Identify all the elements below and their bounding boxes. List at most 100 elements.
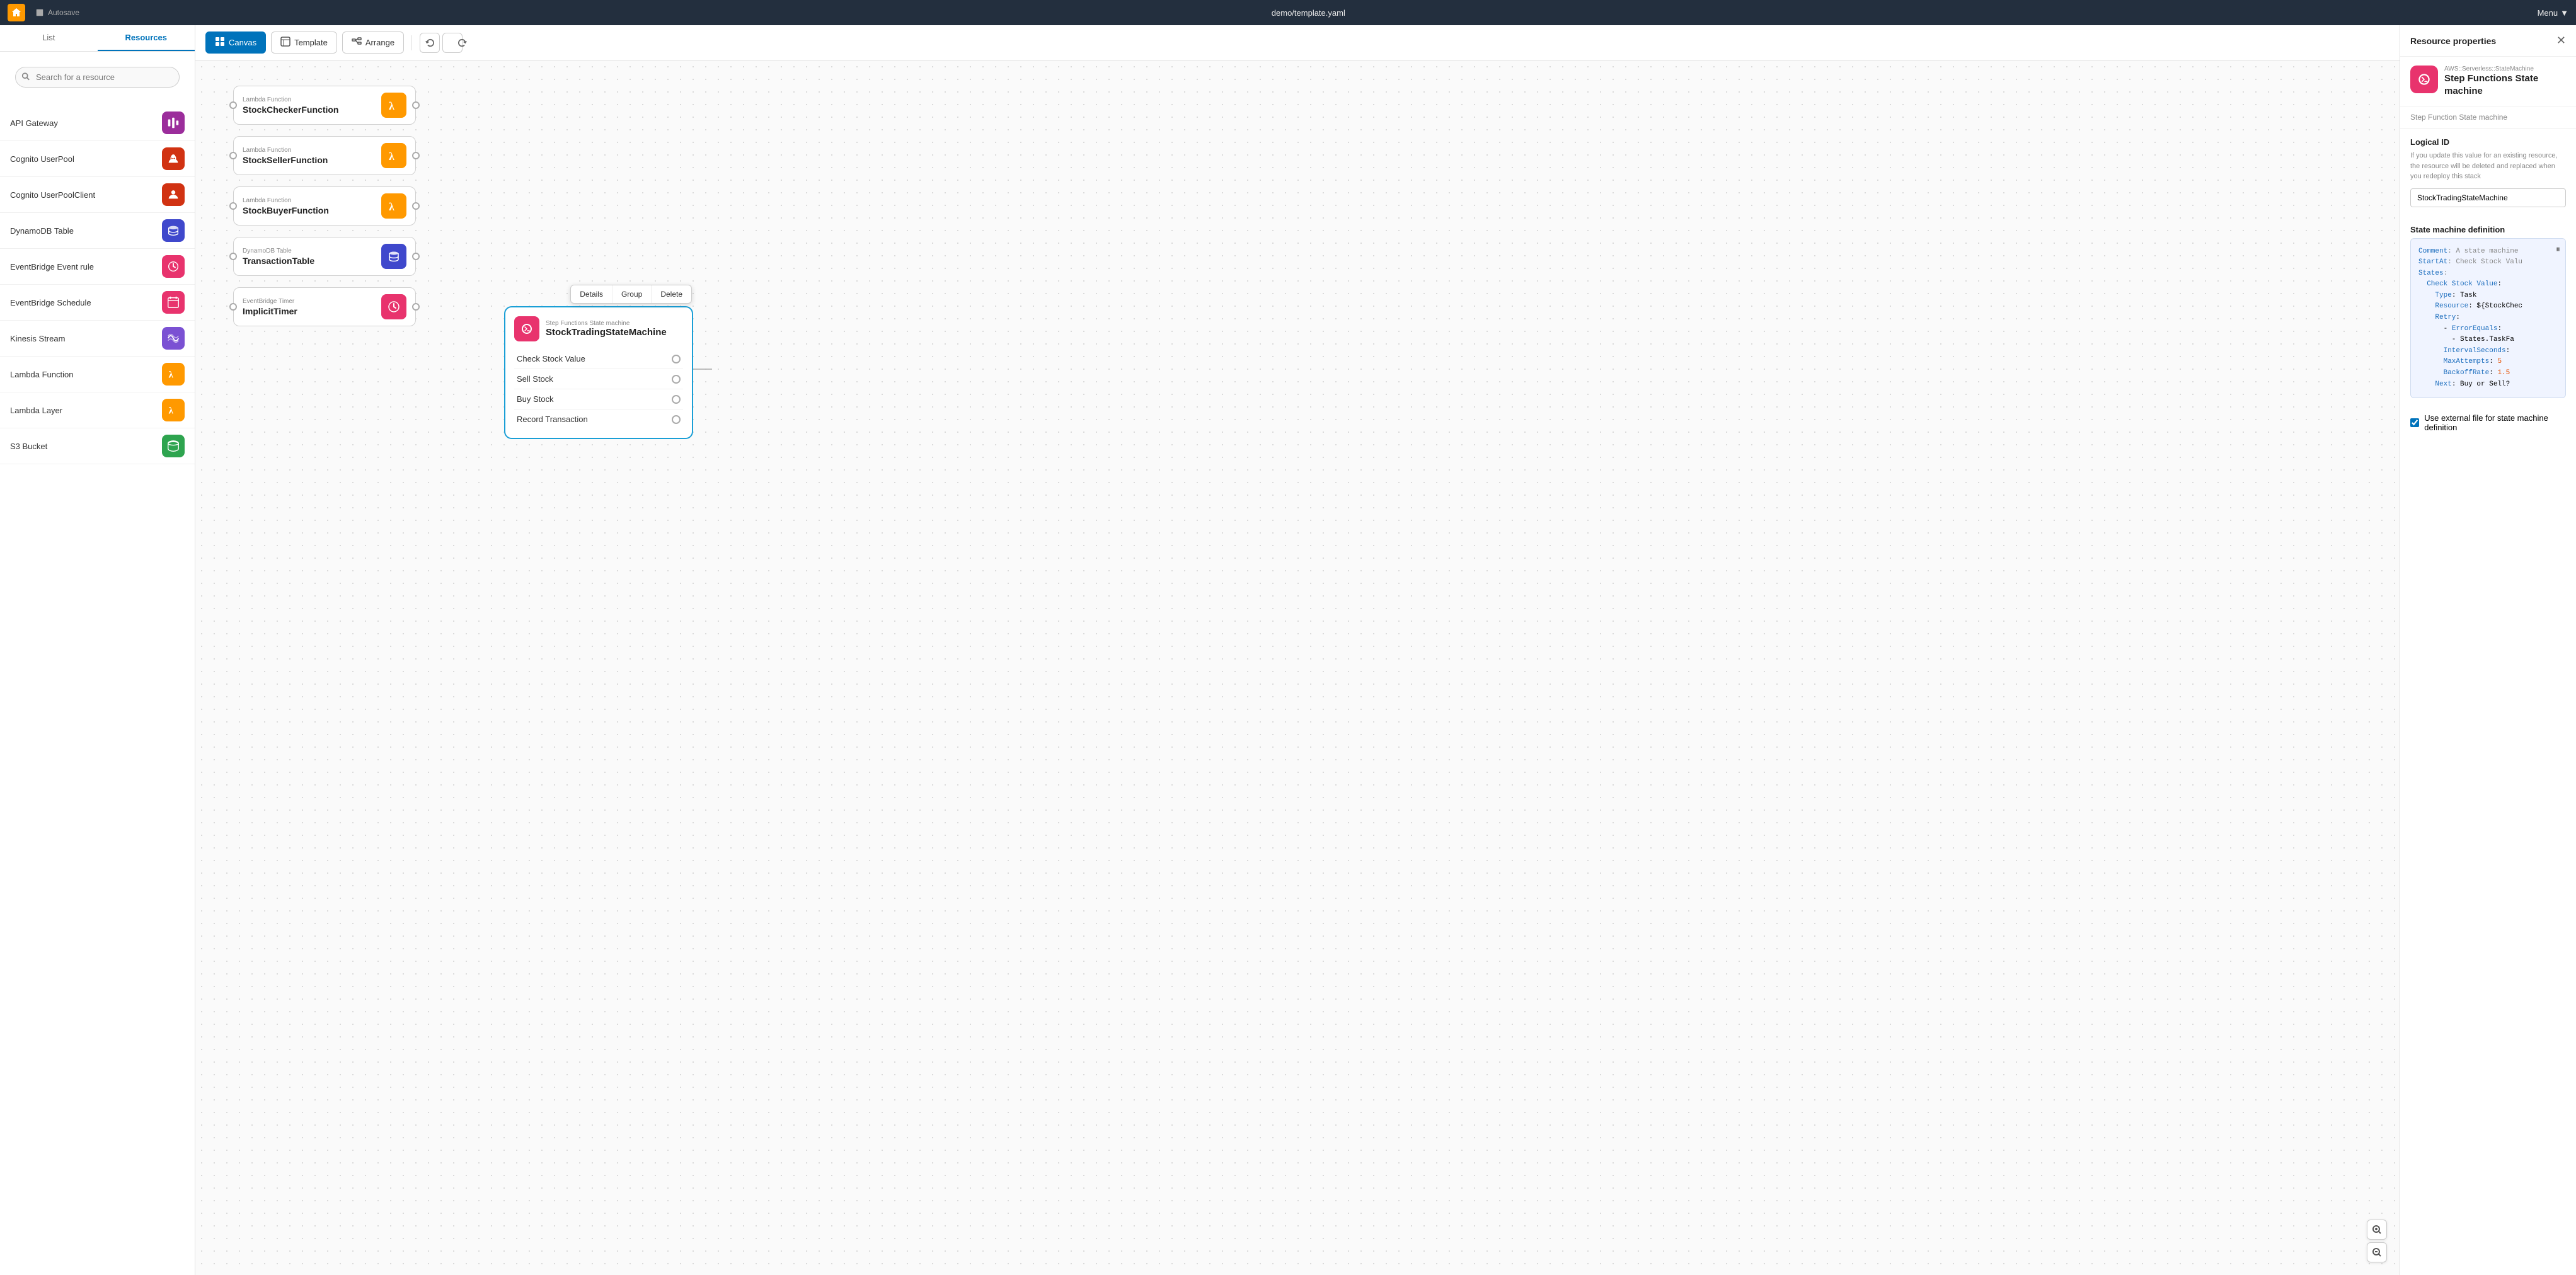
canvas-icon	[215, 37, 225, 49]
nodes-column: Lambda Function StockCheckerFunction λ L…	[233, 86, 416, 326]
search-box	[8, 59, 187, 95]
svg-text:λ: λ	[169, 370, 174, 380]
arrange-icon	[352, 37, 362, 49]
connector-left	[229, 101, 237, 109]
external-file-checkbox[interactable]	[2410, 418, 2419, 428]
state-buy-stock[interactable]: Buy Stock	[514, 389, 683, 409]
resource-item-eventbridge-schedule[interactable]: EventBridge Schedule	[0, 285, 195, 321]
tab-list[interactable]: List	[0, 25, 98, 51]
rp-logical-id-section: Logical ID If you update this value for …	[2400, 129, 2576, 216]
home-button[interactable]	[8, 4, 25, 21]
sf-machine-icon	[514, 316, 539, 341]
cognito-userpool-icon	[162, 147, 185, 170]
rp-resource-name: Step Functions State machine	[2444, 72, 2566, 97]
resource-item-dynamodb-table[interactable]: DynamoDB Table	[0, 213, 195, 249]
dynamodb-icon	[162, 219, 185, 242]
autosave-indicator: Autosave	[35, 8, 79, 17]
menu-button[interactable]: Menu ▼	[2538, 8, 2568, 18]
node-stock-checker[interactable]: Lambda Function StockCheckerFunction λ	[233, 86, 416, 125]
rp-state-def-label: State machine definition	[2410, 225, 2566, 234]
api-gateway-icon	[162, 111, 185, 134]
zoom-out-button[interactable]	[2367, 1242, 2387, 1262]
canvas-button[interactable]: Canvas	[205, 31, 266, 54]
right-panel-header: Resource properties ✕	[2400, 25, 2576, 57]
connector-left	[229, 303, 237, 311]
search-icon	[21, 72, 30, 83]
sidebar: List Resources API Gateway Cognito UserP…	[0, 25, 195, 1275]
sidebar-tabs: List Resources	[0, 25, 195, 52]
svg-text:λ: λ	[169, 406, 174, 416]
rp-pause-button[interactable]: ⏸	[2556, 244, 2560, 254]
right-panel-title: Resource properties	[2410, 36, 2496, 46]
resource-item-lambda-layer[interactable]: Lambda Layer λ	[0, 392, 195, 428]
connector-right	[412, 101, 420, 109]
arrange-button[interactable]: Arrange	[342, 31, 404, 54]
connector-right	[412, 202, 420, 210]
dynamodb-node-icon	[381, 244, 406, 269]
state-connector	[672, 375, 681, 384]
lambda-node-icon: λ	[381, 143, 406, 168]
rp-resource-type: AWS::Serverless::StateMachine	[2444, 66, 2566, 72]
canvas-connections-svg	[195, 60, 2400, 1275]
resource-item-cognito-userpoolclient[interactable]: Cognito UserPoolClient	[0, 177, 195, 213]
zoom-in-button[interactable]	[2367, 1220, 2387, 1240]
file-title: demo/template.yaml	[89, 8, 2527, 18]
resource-item-s3-bucket[interactable]: S3 Bucket	[0, 428, 195, 464]
svg-text:λ: λ	[389, 100, 394, 112]
tab-resources[interactable]: Resources	[98, 25, 195, 51]
resource-item-api-gateway[interactable]: API Gateway	[0, 105, 195, 141]
resource-item-lambda-function[interactable]: Lambda Function λ	[0, 357, 195, 392]
cognito-userpoolclient-icon	[162, 183, 185, 206]
resource-item-kinesis-stream[interactable]: Kinesis Stream	[0, 321, 195, 357]
undo-redo-group	[420, 33, 463, 53]
resource-item-eventbridge-event-rule[interactable]: EventBridge Event rule	[0, 249, 195, 285]
state-sell-stock[interactable]: Sell Stock	[514, 369, 683, 389]
context-menu: Details Group Delete	[570, 285, 692, 304]
rp-resource-header: AWS::Serverless::StateMachine Step Funct…	[2400, 57, 2576, 106]
group-button[interactable]: Group	[612, 285, 652, 303]
rp-external-file-row: Use external file for state machine defi…	[2400, 407, 2576, 438]
template-icon	[280, 37, 290, 49]
svg-text:λ: λ	[389, 150, 394, 163]
right-panel: Resource properties ✕ AWS::Serverless::S…	[2400, 25, 2576, 1275]
node-implicit-timer[interactable]: EventBridge Timer ImplicitTimer	[233, 287, 416, 326]
resource-item-cognito-userpool[interactable]: Cognito UserPool	[0, 141, 195, 177]
node-transaction-table[interactable]: DynamoDB Table TransactionTable	[233, 237, 416, 276]
lambda-node-icon: λ	[381, 93, 406, 118]
rp-code-editor[interactable]: ⏸ Comment: A state machine StartAt: Chec…	[2410, 238, 2566, 399]
state-connector	[672, 415, 681, 424]
lambda-layer-icon: λ	[162, 399, 185, 421]
connector-left	[229, 253, 237, 260]
close-panel-button[interactable]: ✕	[2556, 34, 2566, 47]
rp-resource-desc: Step Function State machine	[2400, 106, 2576, 129]
delete-button[interactable]: Delete	[652, 285, 691, 303]
connector-right	[412, 152, 420, 159]
connector-left	[229, 202, 237, 210]
canvas-area: Canvas Template Arrange	[195, 25, 2400, 1275]
node-stock-buyer[interactable]: Lambda Function StockBuyerFunction λ	[233, 186, 416, 226]
logical-id-input[interactable]	[2410, 188, 2566, 207]
redo-button[interactable]	[442, 33, 463, 53]
template-button[interactable]: Template	[271, 31, 337, 54]
details-button[interactable]: Details	[571, 285, 612, 303]
sf-state-machine-box[interactable]: Details Group Delete Step Functions Stat…	[504, 306, 693, 439]
connector-left	[229, 152, 237, 159]
zoom-controls	[2367, 1220, 2387, 1262]
eventbridge-event-icon	[162, 255, 185, 278]
connector-right	[412, 303, 420, 311]
state-check-stock-value[interactable]: Check Stock Value	[514, 349, 683, 369]
eventbridge-schedule-icon	[162, 291, 185, 314]
state-record-transaction[interactable]: Record Transaction	[514, 409, 683, 429]
external-file-label: Use external file for state machine defi…	[2424, 413, 2566, 432]
eventbridge-node-icon	[381, 294, 406, 319]
state-connector	[672, 355, 681, 363]
search-input[interactable]	[15, 67, 180, 88]
state-connector	[672, 395, 681, 404]
lambda-node-icon: λ	[381, 193, 406, 219]
sf-box-header: Step Functions State machine StockTradin…	[514, 316, 683, 341]
canvas-content[interactable]: Lambda Function StockCheckerFunction λ L…	[195, 60, 2400, 1275]
node-stock-seller[interactable]: Lambda Function StockSellerFunction λ	[233, 136, 416, 175]
toolbar-separator	[411, 35, 412, 50]
canvas-toolbar: Canvas Template Arrange	[195, 25, 2400, 60]
undo-button[interactable]	[420, 33, 440, 53]
